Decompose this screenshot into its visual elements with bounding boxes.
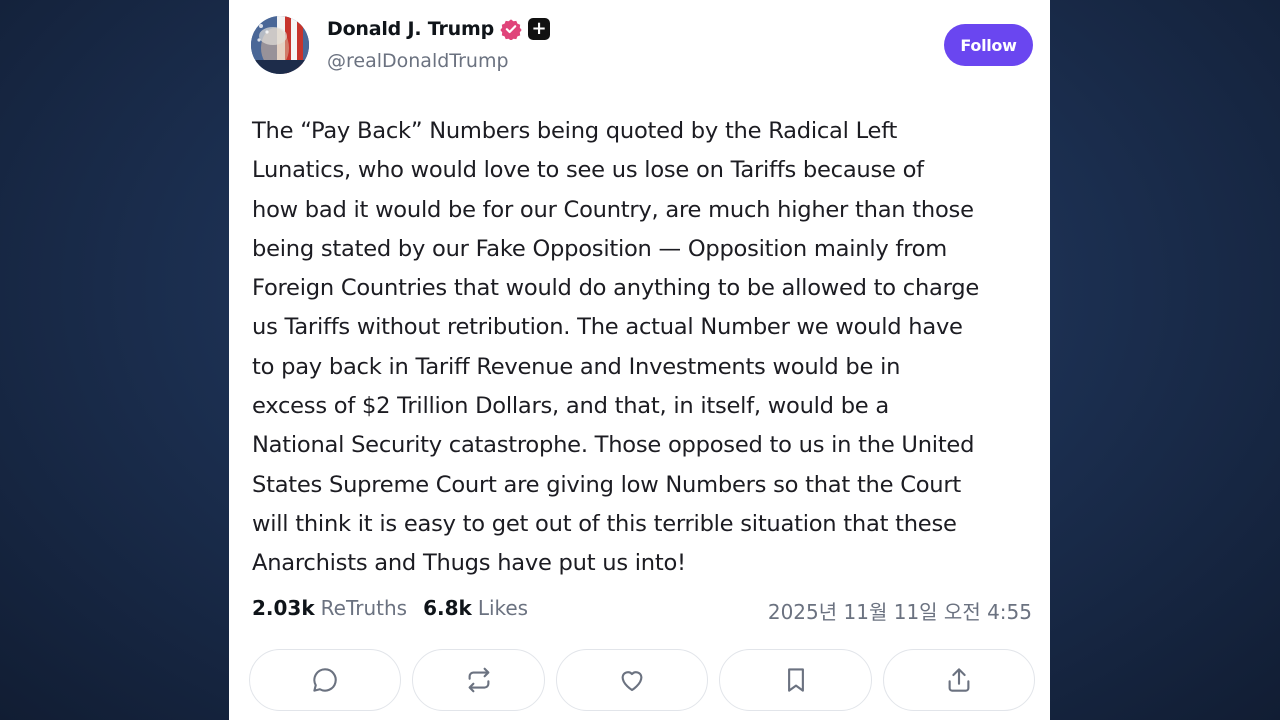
avatar[interactable] [251,16,309,74]
post-card: Donald J. Trump + @realDonaldTrump Follo… [229,0,1050,720]
author-row: Donald J. Trump + [327,18,550,41]
like-button[interactable] [556,649,708,711]
bookmark-button[interactable] [719,649,872,711]
share-icon [948,668,970,692]
post-timestamp: 2025년 11월 11일 오전 4:55 [767,600,1032,624]
likes-count[interactable]: 6.8k [423,596,472,620]
like-icon [621,671,643,692]
action-bar [249,649,1035,711]
reply-button[interactable] [249,649,401,711]
bookmark-icon [787,668,804,692]
post-body: The “Pay Back” Numbers being quoted by t… [252,118,980,577]
retruths-count[interactable]: 2.03k [252,596,315,620]
retruths-label[interactable]: ReTruths [321,596,407,620]
author-name[interactable]: Donald J. Trump [327,18,494,40]
plus-badge-icon: + [527,18,550,40]
retruth-icon [468,667,489,693]
verified-badge-icon [500,18,522,41]
author-handle[interactable]: @realDonaldTrump [327,50,509,72]
likes-label[interactable]: Likes [478,596,528,620]
reply-icon [313,668,337,692]
retruth-button[interactable] [412,649,545,711]
share-button[interactable] [883,649,1035,711]
post-stats: 2.03k ReTruths 6.8k Likes [252,596,538,620]
follow-button[interactable]: Follow [944,24,1033,66]
